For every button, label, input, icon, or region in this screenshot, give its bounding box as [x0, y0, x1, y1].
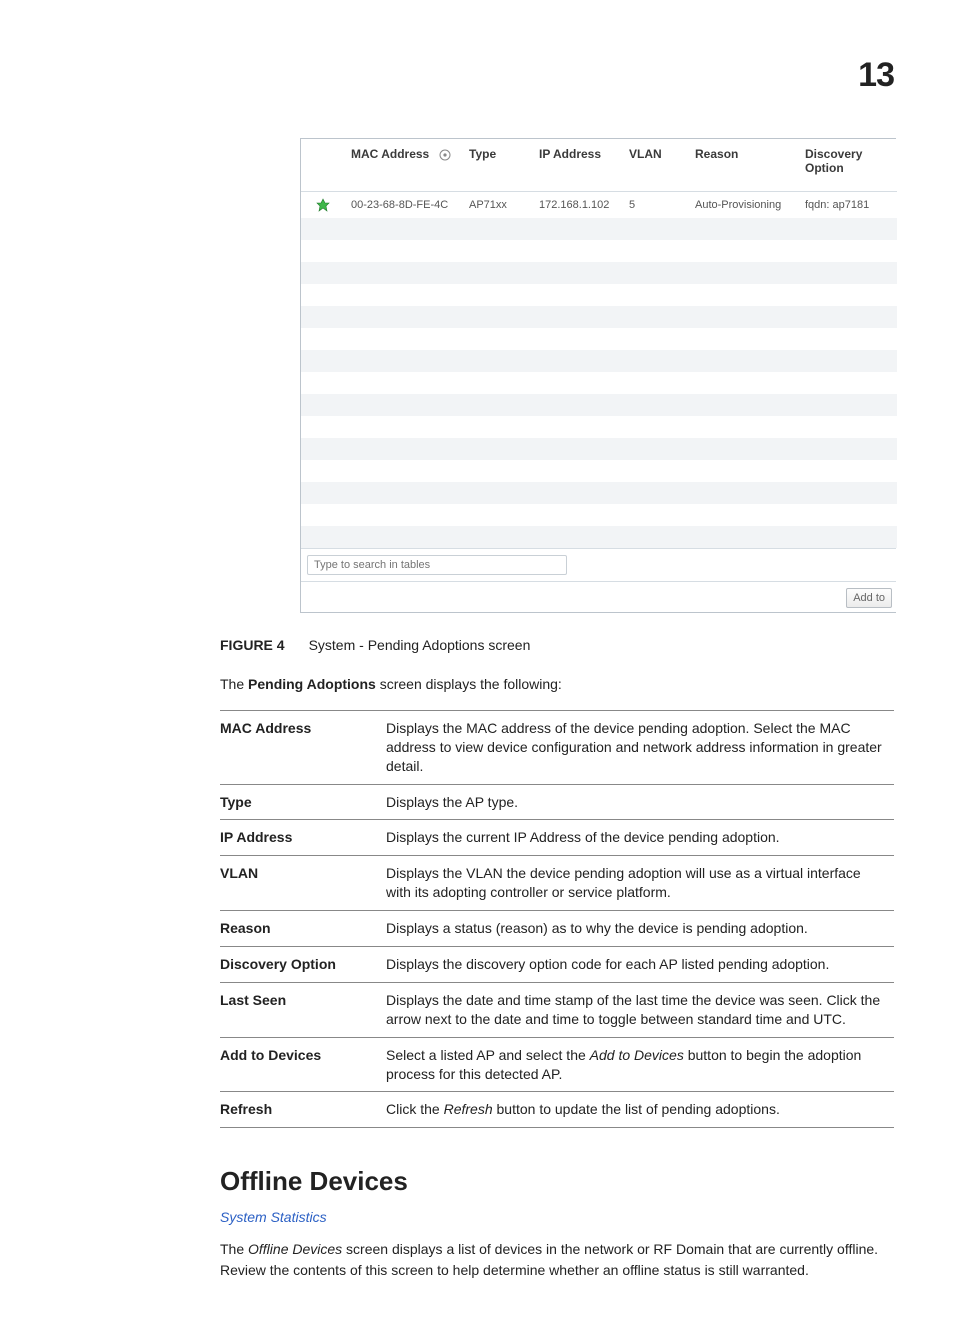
status-icon [316, 198, 330, 212]
col-reason[interactable]: Reason [689, 139, 799, 192]
table-row-empty [301, 394, 897, 416]
text: The [220, 676, 248, 692]
table-row-empty [301, 504, 897, 526]
cell-reason: Auto-Provisioning [689, 192, 799, 219]
definition-term: Reason [220, 911, 380, 947]
col-label: IP Address [539, 147, 601, 161]
table-header: MAC Address Type IP Address VLAN Reason … [301, 139, 897, 192]
table-search-bar [301, 548, 896, 581]
table-row-empty [301, 262, 897, 284]
table-body: 00-23-68-8D-FE-4CAP71xx172.168.1.1025Aut… [301, 192, 897, 549]
table-row-empty [301, 438, 897, 460]
table-row-empty [301, 306, 897, 328]
definition-desc: Displays the MAC address of the device p… [380, 710, 894, 784]
text: screen displays the following: [376, 676, 562, 692]
definition-desc: Displays the discovery option code for e… [380, 947, 894, 983]
definition-term: Add to Devices [220, 1037, 380, 1092]
lead-paragraph: The Pending Adoptions screen displays th… [220, 675, 894, 694]
section-heading-offline-devices: Offline Devices [220, 1166, 894, 1197]
table-row-empty [301, 218, 897, 240]
definition-term: Discovery Option [220, 947, 380, 983]
page-number: 13 [858, 56, 894, 95]
pending-adoptions-screenshot: MAC Address Type IP Address VLAN Reason … [300, 138, 896, 613]
table-row-empty [301, 416, 897, 438]
definition-table: MAC AddressDisplays the MAC address of t… [220, 710, 894, 1128]
definition-term: Last Seen [220, 982, 380, 1037]
definition-term: IP Address [220, 820, 380, 856]
cell-type: AP71xx [463, 192, 533, 219]
search-input[interactable] [307, 555, 567, 575]
table-row-empty [301, 482, 897, 504]
col-status[interactable] [301, 139, 345, 192]
col-discovery-option[interactable]: Discovery Option [799, 139, 897, 192]
add-to-devices-button[interactable]: Add to [846, 588, 892, 608]
definition-term: Refresh [220, 1092, 380, 1128]
cell-ip: 172.168.1.102 [533, 192, 623, 219]
definition-desc: Displays a status (reason) as to why the… [380, 911, 894, 947]
definition-term: VLAN [220, 856, 380, 911]
definition-row: IP AddressDisplays the current IP Addres… [220, 820, 894, 856]
definition-row: TypeDisplays the AP type. [220, 784, 894, 820]
col-ip-address[interactable]: IP Address [533, 139, 623, 192]
text: The [220, 1241, 248, 1257]
col-label: Discovery Option [805, 147, 862, 175]
definition-row: Add to DevicesSelect a listed AP and sel… [220, 1037, 894, 1092]
table-row-empty [301, 372, 897, 394]
definition-desc: Click the Refresh button to update the l… [380, 1092, 894, 1128]
definition-row: Last SeenDisplays the date and time stam… [220, 982, 894, 1037]
cell-vlan: 5 [623, 192, 689, 219]
definition-desc: Displays the current IP Address of the d… [380, 820, 894, 856]
definition-row: RefreshClick the Refresh button to updat… [220, 1092, 894, 1128]
cell-mac: 00-23-68-8D-FE-4C [345, 192, 463, 219]
table-row-empty [301, 328, 897, 350]
definition-row: ReasonDisplays a status (reason) as to w… [220, 911, 894, 947]
col-label: VLAN [629, 147, 662, 161]
definition-row: MAC AddressDisplays the MAC address of t… [220, 710, 894, 784]
definition-term: MAC Address [220, 710, 380, 784]
figure-caption: FIGURE 4 System - Pending Adoptions scree… [220, 637, 894, 653]
col-label: MAC Address [351, 147, 429, 161]
sort-indicator-icon [439, 149, 451, 161]
figure-label: FIGURE 4 [220, 637, 285, 653]
definition-desc: Select a listed AP and select the Add to… [380, 1037, 894, 1092]
definition-row: Discovery OptionDisplays the discovery o… [220, 947, 894, 983]
table-row-empty [301, 240, 897, 262]
definition-desc: Displays the AP type. [380, 784, 894, 820]
table-footer: Add to [301, 581, 896, 612]
offline-devices-paragraph: The Offline Devices screen displays a li… [220, 1239, 894, 1280]
definition-row: VLANDisplays the VLAN the device pending… [220, 856, 894, 911]
col-label: Reason [695, 147, 738, 161]
col-mac-address[interactable]: MAC Address [345, 139, 463, 192]
col-vlan[interactable]: VLAN [623, 139, 689, 192]
definition-desc: Displays the date and time stamp of the … [380, 982, 894, 1037]
definition-desc: Displays the VLAN the device pending ado… [380, 856, 894, 911]
pending-adoptions-table: MAC Address Type IP Address VLAN Reason … [301, 139, 897, 548]
table-row-empty [301, 460, 897, 482]
table-row-empty [301, 350, 897, 372]
col-type[interactable]: Type [463, 139, 533, 192]
col-label: Type [469, 147, 496, 161]
cell-disc: fqdn: ap7181 [799, 192, 897, 219]
figure-caption-text: System - Pending Adoptions screen [309, 637, 531, 653]
pending-adoptions-bold: Pending Adoptions [248, 676, 376, 692]
table-row-empty [301, 526, 897, 548]
definition-term: Type [220, 784, 380, 820]
offline-devices-italic: Offline Devices [248, 1241, 342, 1257]
table-row[interactable]: 00-23-68-8D-FE-4CAP71xx172.168.1.1025Aut… [301, 192, 897, 219]
table-row-empty [301, 284, 897, 306]
system-statistics-link[interactable]: System Statistics [220, 1209, 894, 1225]
